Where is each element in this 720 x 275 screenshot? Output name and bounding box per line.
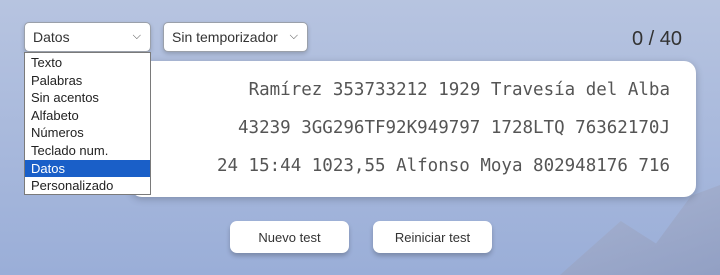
typing-text-panel[interactable]: Ramírez 353733212 1929 Travesía del Alba…	[130, 61, 696, 197]
chevron-down-icon: ⌵	[289, 30, 298, 42]
dropdown-option-palabras[interactable]: Palabras	[25, 72, 150, 90]
dropdown-option-personalizado[interactable]: Personalizado	[25, 177, 150, 195]
background-mountain	[560, 185, 720, 275]
text-line: 43239 3GG296TF92K949797 1728LTQ 76362170…	[238, 118, 670, 138]
dropdown-option-sin-acentos[interactable]: Sin acentos	[25, 89, 150, 107]
dropdown-option-datos[interactable]: Datos	[25, 159, 150, 178]
new-test-button[interactable]: Nuevo test	[230, 221, 349, 253]
mode-dropdown-list: Texto Palabras Sin acentos Alfabeto Núme…	[24, 52, 151, 195]
text-line: Ramírez 353733212 1929 Travesía del Alba	[248, 80, 670, 100]
mode-select-value: Datos	[33, 29, 70, 45]
chevron-down-icon: ⌵	[132, 30, 141, 42]
text-line: 24 15:44 1023,55 Alfonso Moya 802948176 …	[216, 156, 670, 176]
dropdown-option-teclado-num[interactable]: Teclado num.	[25, 142, 150, 160]
restart-test-button[interactable]: Reiniciar test	[373, 221, 492, 253]
timer-select-value: Sin temporizador	[172, 29, 278, 45]
dropdown-option-texto[interactable]: Texto	[25, 54, 150, 72]
progress-counter: 0 / 40	[631, 28, 682, 50]
dropdown-option-numeros[interactable]: Números	[25, 124, 150, 142]
timer-select[interactable]: Sin temporizador ⌵	[163, 22, 308, 52]
dropdown-option-alfabeto[interactable]: Alfabeto	[25, 107, 150, 125]
mode-select[interactable]: Datos ⌵	[24, 22, 151, 52]
